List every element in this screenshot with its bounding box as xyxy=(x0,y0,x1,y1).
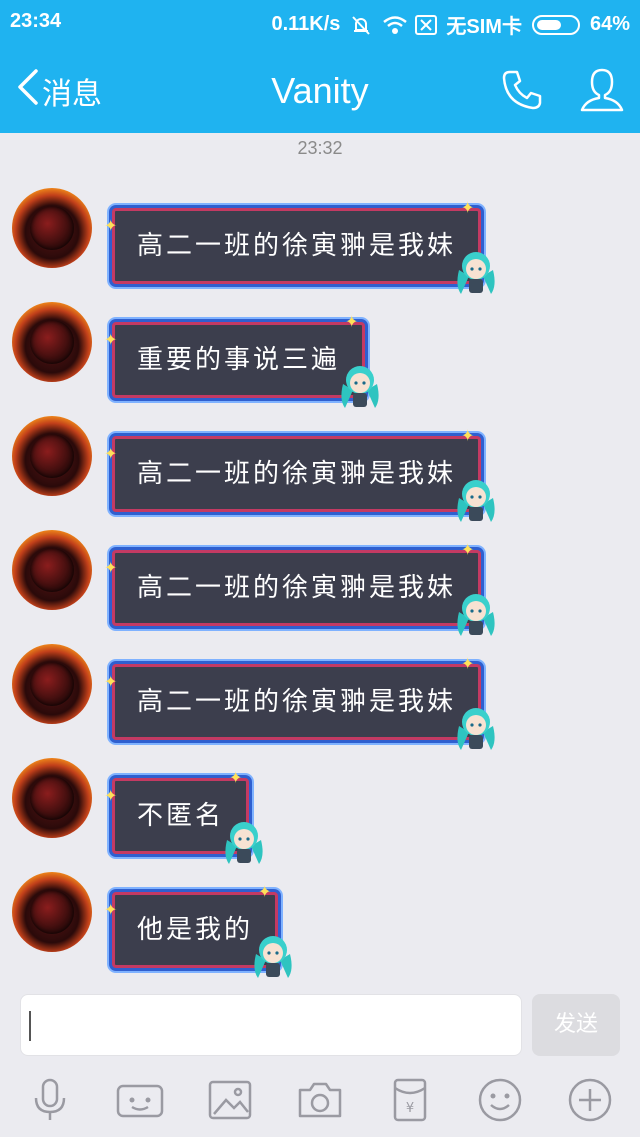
message-row: 高二一班的徐寅翀是我妹 ✦ ✦ xyxy=(0,188,640,298)
sparkle-icon: ✦ xyxy=(461,426,475,445)
sparkle-icon: ✦ xyxy=(461,198,475,217)
message-row: 高二一班的徐寅翀是我妹 ✦ ✦ xyxy=(0,530,640,640)
toolbar: ¥ xyxy=(0,1070,640,1137)
avatar[interactable] xyxy=(12,188,92,268)
message-row: 他是我的 ✦ ✦ xyxy=(0,872,640,982)
bubble-sticker-icon xyxy=(451,474,501,524)
sparkle-icon: ✦ xyxy=(104,558,118,577)
bubble-sticker-icon xyxy=(451,588,501,638)
no-sim-icon xyxy=(414,14,438,36)
avatar[interactable] xyxy=(12,416,92,496)
status-bar: 23:34 0.11K/s 无SIM卡 64% xyxy=(0,0,640,46)
red-packet-icon[interactable]: ¥ xyxy=(386,1076,434,1124)
message-row: 重要的事说三遍 ✦ ✦ xyxy=(0,302,640,412)
bubble-sticker-icon xyxy=(219,816,269,866)
message-row: 不匿名 ✦ ✦ xyxy=(0,758,640,868)
wifi-icon xyxy=(382,14,408,36)
sparkle-icon: ✦ xyxy=(104,330,118,349)
network-speed: 0.11K/s xyxy=(271,13,341,35)
emoji-icon[interactable] xyxy=(476,1076,524,1124)
message-input[interactable] xyxy=(20,994,522,1056)
sparkle-icon: ✦ xyxy=(461,654,475,673)
sparkle-icon: ✦ xyxy=(104,444,118,463)
message-bubble[interactable]: 高二一班的徐寅翀是我妹 xyxy=(112,436,482,512)
microphone-icon[interactable] xyxy=(26,1076,74,1124)
avatar[interactable] xyxy=(12,530,92,610)
battery-percent: 64% xyxy=(589,13,630,35)
top-bar: 23:34 0.11K/s 无SIM卡 64% 消息 Vanity xyxy=(0,0,640,133)
message-bubble[interactable]: 高二一班的徐寅翀是我妹 xyxy=(112,550,482,626)
avatar[interactable] xyxy=(12,644,92,724)
battery-icon xyxy=(531,14,580,35)
plus-icon[interactable] xyxy=(566,1076,614,1124)
phone-icon[interactable] xyxy=(498,66,546,114)
status-time: 23:34 xyxy=(10,10,62,32)
avatar[interactable] xyxy=(12,758,92,838)
sparkle-icon: ✦ xyxy=(104,900,118,919)
profile-icon[interactable] xyxy=(578,66,626,114)
sparkle-icon: ✦ xyxy=(104,672,118,691)
sparkle-icon: ✦ xyxy=(104,216,118,235)
input-bar: 发送 xyxy=(0,990,640,1060)
message-bubble[interactable]: 重要的事说三遍 xyxy=(112,322,366,398)
sparkle-icon: ✦ xyxy=(461,540,475,559)
sparkle-icon: ✦ xyxy=(104,786,118,805)
message-bubble[interactable]: 高二一班的徐寅翀是我妹 xyxy=(112,664,482,740)
image-icon[interactable] xyxy=(206,1076,254,1124)
mute-bell-icon xyxy=(350,14,372,36)
bubble-sticker-icon xyxy=(451,702,501,752)
send-button[interactable]: 发送 xyxy=(532,994,620,1056)
bubble-sticker-icon xyxy=(335,360,385,410)
message-row: 高二一班的徐寅翀是我妹 ✦ ✦ xyxy=(0,644,640,754)
sim-status: 无SIM卡 xyxy=(446,16,522,38)
message-row: 高二一班的徐寅翀是我妹 ✦ ✦ xyxy=(0,416,640,526)
nav-bar: 消息 Vanity xyxy=(0,46,640,133)
text-caret xyxy=(29,1011,31,1041)
avatar[interactable] xyxy=(12,302,92,382)
avatar[interactable] xyxy=(12,872,92,952)
sparkle-icon: ✦ xyxy=(345,312,359,331)
video-call-icon[interactable] xyxy=(116,1076,164,1124)
sparkle-icon: ✦ xyxy=(229,768,243,787)
bubble-sticker-icon xyxy=(248,930,298,980)
camera-icon[interactable] xyxy=(296,1076,344,1124)
message-bubble[interactable]: 高二一班的徐寅翀是我妹 xyxy=(112,208,482,284)
svg-text:¥: ¥ xyxy=(406,1101,414,1116)
bubble-sticker-icon xyxy=(451,246,501,296)
sparkle-icon: ✦ xyxy=(258,882,272,901)
message-timestamp: 23:32 xyxy=(297,138,343,158)
